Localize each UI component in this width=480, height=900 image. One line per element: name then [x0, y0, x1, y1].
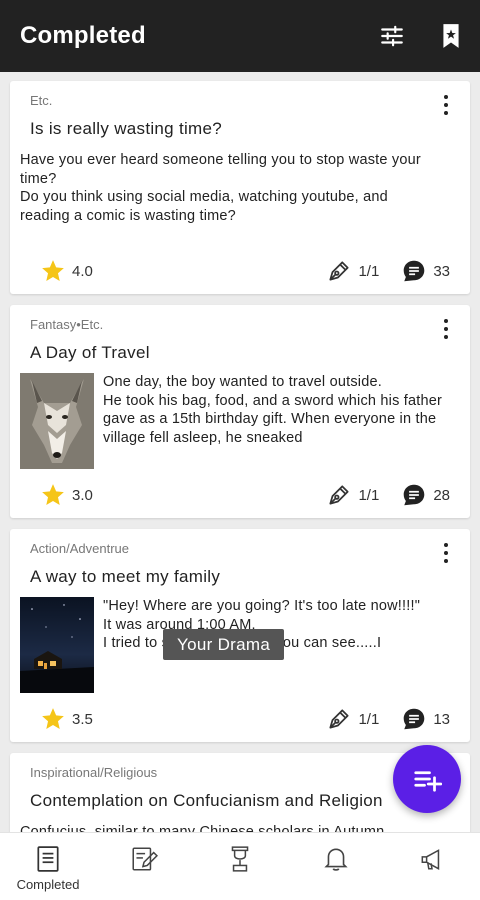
post-rating: 3.5 — [40, 706, 93, 732]
tune-icon[interactable] — [378, 22, 406, 50]
rating-value: 3.5 — [72, 710, 93, 728]
episodes-value: 1/1 — [358, 486, 380, 504]
rating-value: 3.0 — [72, 486, 93, 504]
pen-nib-icon — [329, 485, 349, 505]
post-rating: 3.0 — [40, 482, 93, 508]
nav-write[interactable] — [96, 833, 192, 900]
post-card[interactable]: Fantasy•Etc. A Day of Travel One day, th… — [10, 305, 470, 518]
nav-label: Completed — [16, 877, 80, 892]
night-house-image — [20, 597, 94, 693]
nav-completed[interactable]: Completed — [0, 833, 96, 900]
your-drama-chip[interactable]: Your Drama — [163, 629, 285, 660]
post-category: Inspirational/Religious — [30, 765, 158, 780]
edit-icon — [132, 847, 158, 871]
bookmark-icon[interactable] — [437, 22, 465, 50]
comment-icon — [404, 484, 425, 506]
post-category: Etc. — [30, 93, 53, 108]
page-title: Completed — [20, 22, 146, 49]
pen-nib-icon — [329, 261, 349, 281]
post-excerpt: One day, the boy wanted to travel outsid… — [103, 374, 443, 446]
comments-value: 28 — [433, 486, 450, 504]
bell-icon — [324, 848, 348, 871]
post-title: Contemplation on Confucianism and Religi… — [30, 791, 383, 810]
post-stats: 1/1 13 — [326, 706, 450, 732]
pen-nib-icon — [329, 709, 349, 729]
post-excerpt-text: Confucius, similar to many Chinese schol… — [20, 824, 385, 832]
episodes-value: 1/1 — [358, 710, 380, 728]
post-rating: 4.0 — [40, 258, 93, 284]
post-category: Fantasy•Etc. — [30, 317, 104, 332]
post-stats: 1/1 28 — [326, 482, 450, 508]
post-title: A Day of Travel — [30, 343, 150, 362]
add-post-button[interactable] — [393, 745, 461, 813]
app-bar: Completed — [0, 0, 480, 72]
nav-announcements[interactable] — [384, 833, 480, 900]
more-options-icon[interactable] — [436, 317, 456, 341]
post-stats: 1/1 33 — [326, 258, 450, 284]
nav-notifications[interactable] — [288, 833, 384, 900]
episodes-stat: 1/1 — [326, 706, 379, 732]
episodes-value: 1/1 — [358, 262, 380, 280]
comment-icon — [404, 260, 425, 282]
trophy-icon — [231, 846, 249, 872]
post-feed[interactable]: Etc. Is is really wasting time? Have you… — [0, 72, 480, 832]
megaphone-icon — [421, 849, 440, 870]
wolf-image — [20, 373, 94, 469]
post-excerpt-text: Have you ever heard someone telling you … — [20, 152, 421, 224]
more-options-icon[interactable] — [436, 93, 456, 117]
comments-stat: 28 — [401, 482, 450, 508]
comments-value: 33 — [433, 262, 450, 280]
post-card[interactable]: Etc. Is is really wasting time? Have you… — [10, 81, 470, 294]
more-options-icon[interactable] — [436, 541, 456, 565]
star-icon — [42, 708, 64, 729]
post-excerpt: Have you ever heard someone telling you … — [20, 151, 440, 225]
comment-icon — [404, 708, 425, 730]
post-category: Action/Adventrue — [30, 541, 130, 556]
add-to-list-icon — [414, 771, 442, 792]
document-icon — [37, 846, 59, 872]
comments-stat: 33 — [401, 258, 450, 284]
post-title: Is is really wasting time? — [30, 119, 223, 138]
nav-ranking[interactable] — [192, 833, 288, 900]
star-icon — [42, 484, 64, 505]
comments-stat: 13 — [401, 706, 450, 732]
episodes-stat: 1/1 — [326, 258, 379, 284]
post-excerpt: Confucius, similar to many Chinese schol… — [20, 823, 440, 832]
rating-value: 4.0 — [72, 262, 93, 280]
comments-value: 13 — [433, 710, 450, 728]
post-title: A way to meet my family — [30, 567, 221, 586]
episodes-stat: 1/1 — [326, 482, 379, 508]
bottom-navigation: Completed — [0, 832, 480, 900]
star-icon — [42, 260, 64, 281]
